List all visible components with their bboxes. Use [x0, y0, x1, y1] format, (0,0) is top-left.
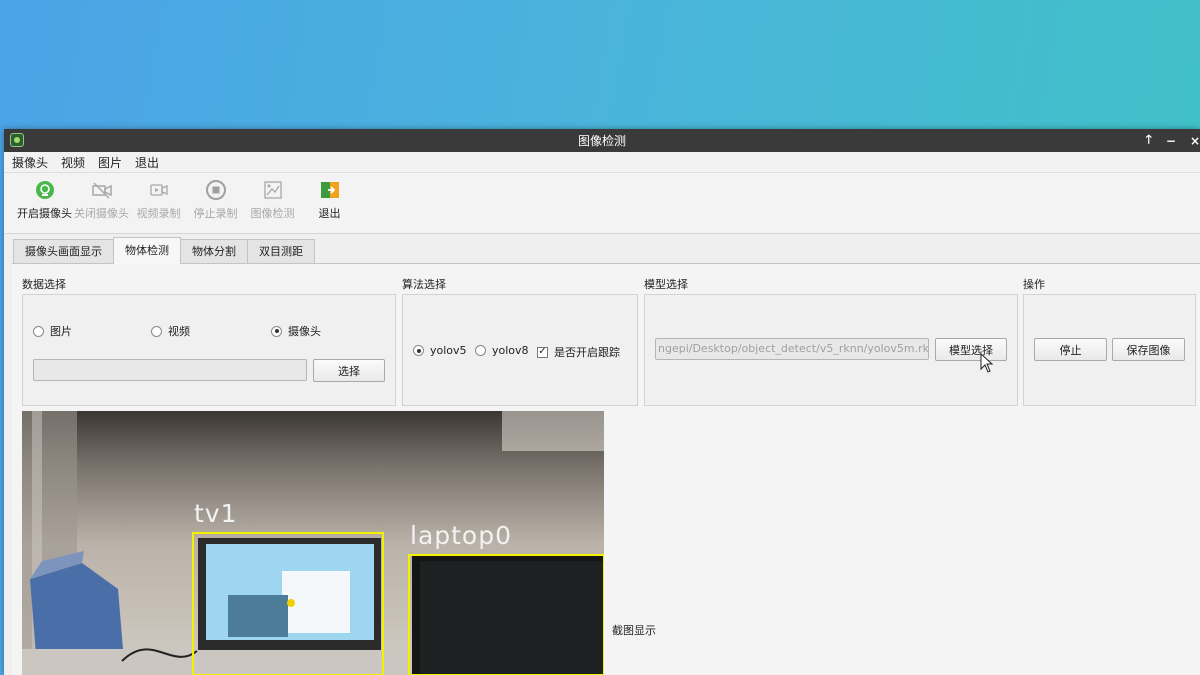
tracking-label: 是否开启跟踪	[554, 346, 620, 359]
data-path-field[interactable]	[33, 359, 307, 381]
radio-video[interactable]: 视频	[151, 323, 190, 339]
stop-record-button[interactable]: 停止录制	[187, 173, 244, 221]
radio-yolov8-label: yolov8	[492, 344, 529, 357]
tracking-checkbox[interactable]: ✓ 是否开启跟踪	[537, 344, 620, 360]
radio-yolov5-label: yolov5	[430, 344, 467, 357]
radio-camera-label: 摄像头	[288, 325, 321, 338]
camera-feed-scene	[22, 411, 604, 675]
model-title: 模型选择	[644, 278, 688, 291]
window-title: 图像检测	[577, 134, 626, 148]
tab-camera-view[interactable]: 摄像头画面显示	[13, 239, 114, 264]
close-icon[interactable]: ×	[1190, 134, 1200, 148]
record-video-button[interactable]: 视频录制	[130, 173, 187, 221]
camera-off-icon	[91, 179, 113, 201]
image-detect-icon	[262, 179, 284, 201]
radio-yolov5-indicator	[413, 345, 424, 356]
radio-yolov5[interactable]: yolov5	[413, 344, 467, 357]
toolbar: 开启摄像头 关闭摄像头 视频录制 停止录制 图像检测 退出	[4, 173, 1200, 234]
menu-video[interactable]: 视频	[61, 154, 85, 171]
exit-icon	[319, 179, 341, 201]
menu-bar: 摄像头 视频 图片 退出	[4, 152, 1200, 173]
tab-object-detection[interactable]: 物体检测	[113, 237, 181, 264]
operation-group: 停止 保存图像	[1023, 294, 1196, 406]
window-controls: 🡑 − ×	[1146, 129, 1200, 152]
record-video-label: 视频录制	[136, 207, 181, 220]
operation-title: 操作	[1023, 278, 1045, 291]
tab-object-segmentation[interactable]: 物体分割	[180, 239, 248, 264]
detection-label-laptop0: laptop0	[410, 521, 513, 550]
tab-binocular-ranging[interactable]: 双目测距	[247, 239, 315, 264]
title-bar: 图像检测 🡑 − ×	[4, 129, 1200, 152]
stop-icon	[205, 179, 227, 201]
radio-image[interactable]: 图片	[33, 323, 72, 339]
close-camera-label: 关闭摄像头	[74, 207, 129, 220]
model-group: ngepi/Desktop/object_detect/v5_rknn/yolo…	[644, 294, 1018, 406]
radio-yolov8[interactable]: yolov8	[475, 344, 529, 357]
radio-video-indicator	[151, 325, 162, 337]
exit-label: 退出	[318, 207, 341, 220]
camera-feed: tv1 laptop0	[22, 411, 604, 675]
minimize-icon[interactable]: −	[1166, 134, 1176, 148]
close-camera-button[interactable]: 关闭摄像头	[73, 173, 130, 221]
radio-camera[interactable]: 摄像头	[271, 323, 321, 339]
radio-image-indicator	[33, 325, 44, 337]
algorithm-group: yolov5 yolov8 ✓ 是否开启跟踪	[402, 294, 638, 406]
app-icon	[10, 133, 24, 147]
save-image-button[interactable]: 保存图像	[1112, 338, 1185, 361]
detection-label-tv1: tv1	[194, 499, 238, 528]
maximize-icon[interactable]: 🡑	[1146, 130, 1152, 151]
exit-button[interactable]: 退出	[301, 173, 358, 221]
select-data-button[interactable]: 选择	[313, 359, 385, 382]
screenshot-display-label: 截图显示	[612, 624, 656, 637]
menu-exit[interactable]: 退出	[135, 154, 159, 171]
radio-image-label: 图片	[50, 325, 72, 338]
checkmark-icon: ✓	[537, 346, 548, 358]
tab-bar: 摄像头画面显示 物体检测 物体分割 双目测距	[13, 237, 315, 264]
open-camera-label: 开启摄像头	[17, 207, 72, 220]
image-detect-label: 图像检测	[250, 207, 295, 220]
camera-on-icon	[34, 179, 56, 201]
stop-record-label: 停止录制	[193, 207, 238, 220]
data-select-title: 数据选择	[22, 278, 66, 291]
model-path-field[interactable]: ngepi/Desktop/object_detect/v5_rknn/yolo…	[655, 338, 929, 360]
app-window: 图像检测 🡑 − × 摄像头 视频 图片 退出 开启摄像头 关闭摄像头 视频录制…	[4, 129, 1200, 675]
radio-yolov8-indicator	[475, 345, 486, 356]
radio-video-label: 视频	[168, 325, 190, 338]
open-camera-button[interactable]: 开启摄像头	[16, 173, 73, 221]
image-detect-button[interactable]: 图像检测	[244, 173, 301, 221]
mouse-cursor-icon	[980, 353, 994, 373]
data-select-group: 图片 视频 摄像头 选择	[22, 294, 396, 406]
model-select-button[interactable]: 模型选择	[935, 338, 1007, 361]
stop-button[interactable]: 停止	[1034, 338, 1107, 361]
menu-image[interactable]: 图片	[98, 154, 122, 171]
video-record-icon	[148, 179, 170, 201]
algorithm-title: 算法选择	[402, 278, 446, 291]
menu-camera[interactable]: 摄像头	[12, 154, 48, 171]
radio-camera-indicator	[271, 325, 282, 337]
